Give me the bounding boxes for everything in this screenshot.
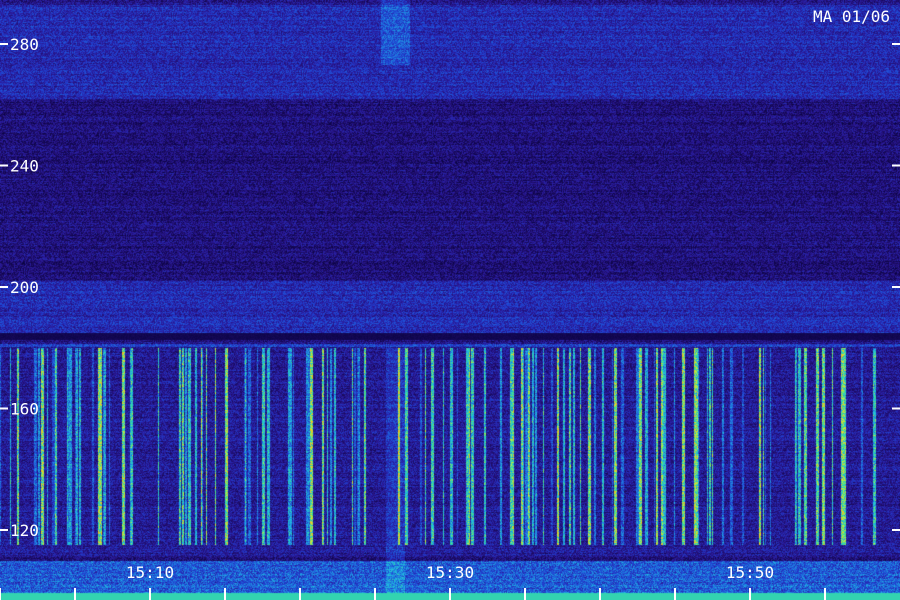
corner-label: MA 01/06: [813, 7, 890, 26]
y-tick-label: 280: [10, 35, 39, 54]
y-tick-label: 160: [10, 400, 39, 419]
spectrogram-chart: MA 01/06 280 240 200 160 120 15:10 15:30 15:50: [0, 0, 900, 600]
y-axis: 280 240 200 160 120: [0, 35, 900, 540]
x-tick-label: 15:30: [426, 563, 474, 582]
axes-overlay: MA 01/06 280 240 200 160 120 15:10 15:30 15:50: [0, 7, 900, 600]
y-tick-label: 120: [10, 521, 39, 540]
x-tick-label: 15:10: [126, 563, 174, 582]
y-tick-label: 200: [10, 278, 39, 297]
x-tick-label: 15:50: [726, 563, 774, 582]
y-tick-label: 240: [10, 157, 39, 176]
x-axis: 15:10 15:30 15:50: [0, 563, 826, 600]
